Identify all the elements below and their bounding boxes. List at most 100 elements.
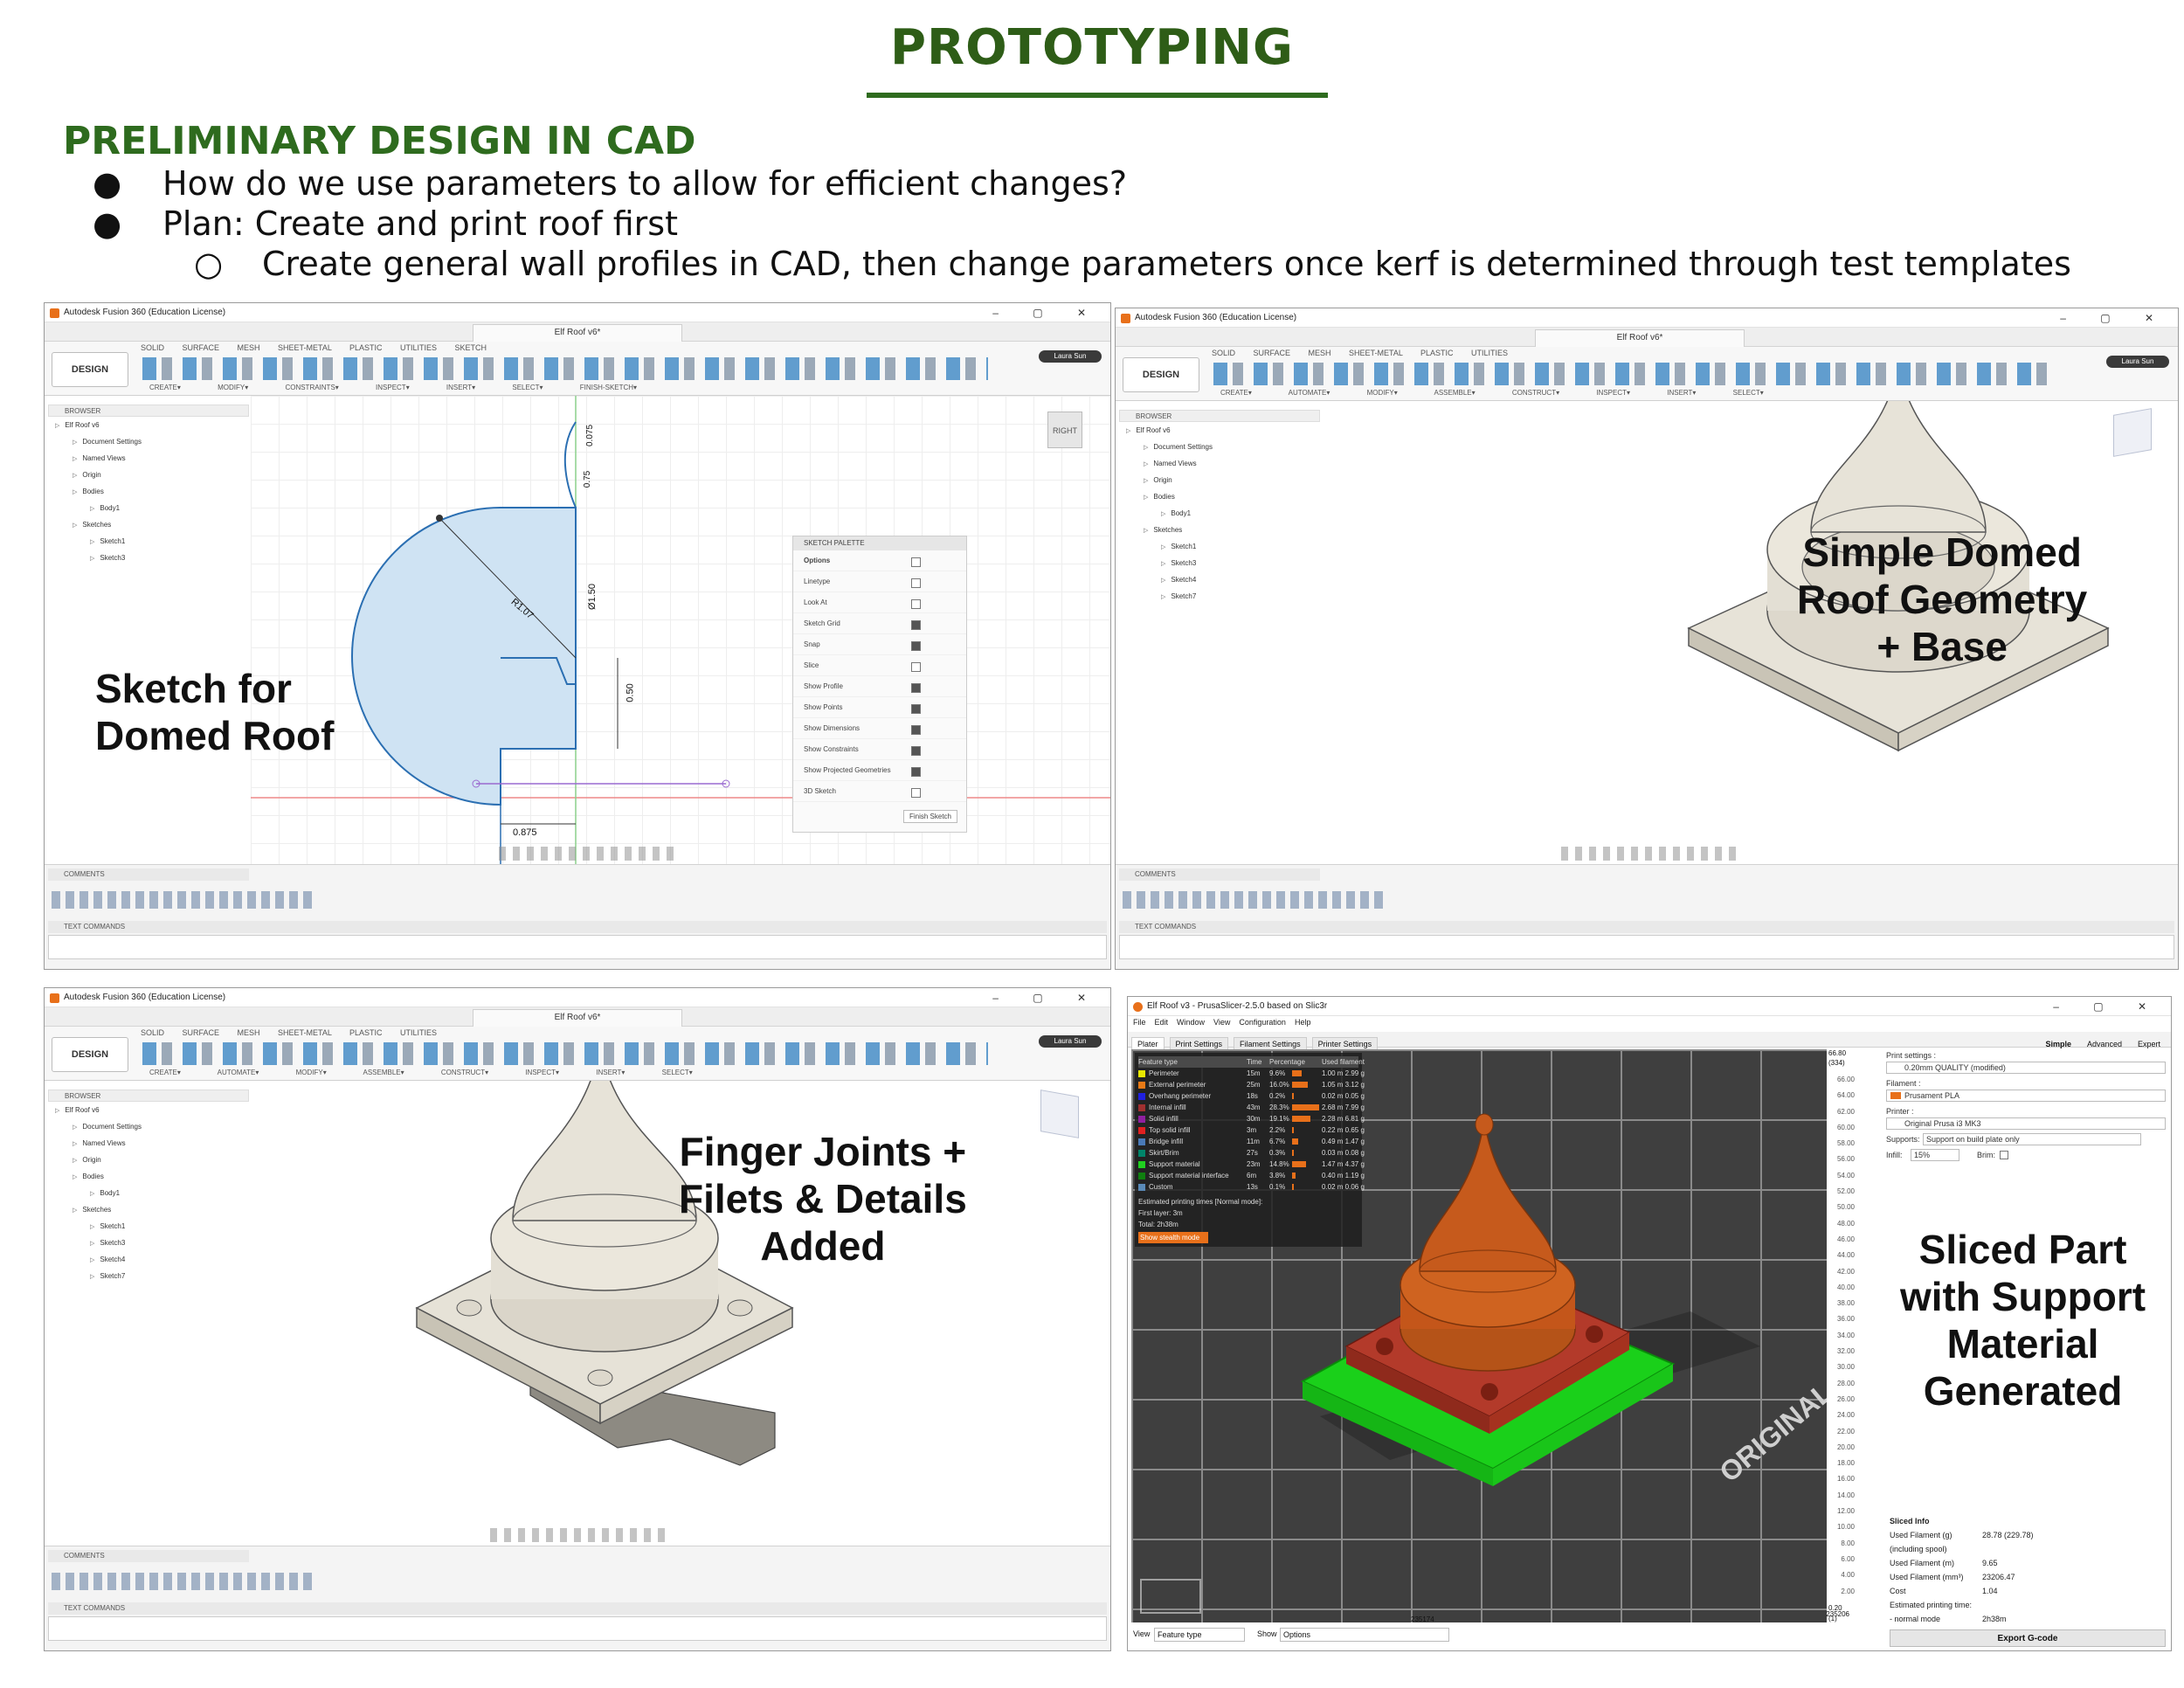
- window-controls[interactable]: – ▢ ✕: [2053, 997, 2162, 1016]
- ribbon-tabs[interactable]: SOLID SURFACE MESH SHEET-METAL PLASTIC U…: [141, 343, 487, 352]
- browser-item[interactable]: Sketch1: [1119, 538, 1320, 555]
- browser-item[interactable]: Bodies: [1119, 488, 1320, 505]
- sketch-viewport[interactable]: R1.07 Ø1.50 0.875 0.50 0.075 0.75 SKETCH…: [251, 396, 1110, 868]
- timeline[interactable]: [52, 1573, 314, 1590]
- browser-item[interactable]: Sketches: [48, 1201, 249, 1218]
- layer-slider[interactable]: 66.80 (334) 66.00 64.00 62.00 60.00 58.00 56.…: [1827, 1049, 1862, 1626]
- palette-option[interactable]: Show Projected Geometries: [793, 760, 966, 781]
- browser-item[interactable]: Sketch4: [48, 1251, 249, 1268]
- view-cube[interactable]: RIGHT: [1047, 412, 1082, 448]
- ribbon-group-labels[interactable]: CREATE▾ AUTOMATE▾ MODIFY▾ ASSEMBLE▾ CONS…: [149, 1069, 693, 1076]
- comments-label[interactable]: COMMENTS: [1119, 868, 1320, 881]
- navigation-bar[interactable]: [490, 1528, 665, 1542]
- workspace-switcher[interactable]: DESIGN: [52, 352, 128, 387]
- browser-item[interactable]: Sketch3: [48, 550, 249, 566]
- browser-item[interactable]: Sketch7: [48, 1268, 249, 1284]
- menu-item[interactable]: Window: [1177, 1018, 1205, 1027]
- dim-neck[interactable]: 0.75: [583, 471, 592, 488]
- text-commands-input[interactable]: [1119, 935, 2174, 959]
- browser-item[interactable]: Elf Roof v6: [1119, 422, 1320, 439]
- user-badge[interactable]: Laura Sun: [1039, 1035, 1102, 1048]
- dim-top[interactable]: 0.075: [585, 425, 595, 446]
- browser-item[interactable]: Sketch3: [1119, 555, 1320, 571]
- comments-label[interactable]: COMMENTS: [48, 868, 249, 881]
- text-commands-label[interactable]: TEXT COMMANDS: [1119, 921, 2174, 933]
- document-tab[interactable]: Elf Roof v6*: [1535, 329, 1745, 347]
- browser-item[interactable]: Bodies: [48, 1168, 249, 1185]
- browser-item[interactable]: Bodies: [48, 483, 249, 500]
- browser-item[interactable]: Sketches: [1119, 522, 1320, 538]
- text-commands-label[interactable]: TEXT COMMANDS: [48, 1602, 1107, 1615]
- browser-item[interactable]: Sketch7: [1119, 588, 1320, 605]
- ribbon-group-labels[interactable]: CREATE▾ AUTOMATE▾ MODIFY▾ ASSEMBLE▾ CONS…: [1220, 389, 1764, 397]
- menu-item[interactable]: Edit: [1155, 1018, 1169, 1027]
- menu-item[interactable]: Help: [1295, 1018, 1311, 1027]
- timeline[interactable]: [52, 891, 314, 909]
- document-tab[interactable]: Elf Roof v6*: [473, 324, 682, 342]
- view-select[interactable]: Feature type: [1154, 1628, 1245, 1642]
- user-badge[interactable]: Laura Sun: [2106, 356, 2169, 368]
- palette-option[interactable]: Look At: [793, 592, 966, 613]
- text-commands-input[interactable]: [48, 1616, 1107, 1641]
- menu-item[interactable]: File: [1133, 1018, 1146, 1027]
- view-cube[interactable]: [1040, 1090, 1079, 1138]
- ribbon-tool-icons[interactable]: [1213, 363, 2056, 385]
- navigation-bar[interactable]: [1561, 847, 1736, 861]
- palette-option[interactable]: 3D Sketch: [793, 781, 966, 802]
- filament-select[interactable]: Prusament PLA: [1886, 1090, 2166, 1102]
- mode-button[interactable]: Simple: [2040, 1038, 2077, 1050]
- workspace-switcher[interactable]: DESIGN: [1123, 357, 1199, 392]
- view-toggle-icon[interactable]: [1140, 1579, 1201, 1614]
- palette-option[interactable]: Show Dimensions: [793, 718, 966, 739]
- window-controls[interactable]: – ▢ ✕: [992, 303, 1102, 322]
- ribbon-tool-icons[interactable]: [142, 357, 988, 380]
- palette-option[interactable]: Slice: [793, 655, 966, 676]
- export-gcode-button[interactable]: Export G-code: [1890, 1629, 2166, 1647]
- browser-item[interactable]: Origin: [1119, 472, 1320, 488]
- browser-item[interactable]: Sketch1: [48, 1218, 249, 1235]
- browser-item[interactable]: Elf Roof v6: [48, 1102, 249, 1118]
- printer-select[interactable]: Original Prusa i3 MK3: [1886, 1117, 2166, 1130]
- finish-sketch-button[interactable]: Finish Sketch: [902, 810, 957, 823]
- window-controls[interactable]: – ▢ ✕: [992, 988, 1102, 1007]
- menu-bar[interactable]: File Edit Window View Configuration Help: [1133, 1018, 1319, 1030]
- browser-item[interactable]: Origin: [48, 1152, 249, 1168]
- palette-option[interactable]: Snap: [793, 634, 966, 655]
- menu-item[interactable]: View: [1213, 1018, 1230, 1027]
- show-select[interactable]: Options: [1280, 1628, 1449, 1642]
- timeline[interactable]: [1123, 891, 1385, 909]
- menu-item[interactable]: Configuration: [1239, 1018, 1286, 1027]
- ribbon-group-labels[interactable]: CREATE▾ MODIFY▾ CONSTRAINTS▾ INSPECT▾ IN…: [149, 384, 637, 391]
- window-controls[interactable]: – ▢ ✕: [2060, 308, 2169, 328]
- slicer-3d-view[interactable]: ORIGINAL Feature type Time Percentage Us…: [1131, 1049, 1842, 1622]
- palette-option[interactable]: Show Profile: [793, 676, 966, 697]
- dim-width[interactable]: 0.875: [513, 827, 537, 838]
- document-tab[interactable]: Elf Roof v6*: [473, 1009, 682, 1027]
- view-cube[interactable]: [2113, 408, 2152, 457]
- ribbon-tabs[interactable]: SOLID SURFACE MESH SHEET-METAL PLASTIC U…: [1212, 349, 1508, 357]
- print-settings-select[interactable]: 0.20mm QUALITY (modified): [1886, 1062, 2166, 1074]
- dim-height[interactable]: 0.50: [625, 683, 636, 702]
- browser-item[interactable]: Body1: [48, 500, 249, 516]
- supports-select[interactable]: Support on build plate only: [1923, 1133, 2141, 1145]
- palette-option[interactable]: Show Constraints: [793, 739, 966, 760]
- ribbon-tabs[interactable]: SOLID SURFACE MESH SHEET-METAL PLASTIC U…: [141, 1028, 437, 1037]
- browser-item[interactable]: Sketches: [48, 516, 249, 533]
- browser-item[interactable]: Named Views: [1119, 455, 1320, 472]
- browser-item[interactable]: Body1: [48, 1185, 249, 1201]
- text-commands-label[interactable]: TEXT COMMANDS: [48, 921, 1107, 933]
- user-badge[interactable]: Laura Sun: [1039, 350, 1102, 363]
- infill-select[interactable]: 15%: [1911, 1149, 1959, 1161]
- dim-diameter[interactable]: Ø1.50: [587, 584, 598, 610]
- browser-item[interactable]: Sketch4: [1119, 571, 1320, 588]
- palette-option[interactable]: Linetype: [793, 571, 966, 592]
- browser-item[interactable]: Elf Roof v6: [48, 417, 249, 433]
- browser-item[interactable]: Named Views: [48, 1135, 249, 1152]
- comments-label[interactable]: COMMENTS: [48, 1550, 249, 1562]
- browser-item[interactable]: Document Settings: [48, 433, 249, 450]
- brim-checkbox[interactable]: [2000, 1151, 2008, 1159]
- text-commands-input[interactable]: [48, 935, 1107, 959]
- workspace-switcher[interactable]: DESIGN: [52, 1037, 128, 1072]
- show-stealth-button[interactable]: Show stealth mode: [1138, 1232, 1208, 1243]
- mode-button[interactable]: Expert: [2132, 1038, 2166, 1050]
